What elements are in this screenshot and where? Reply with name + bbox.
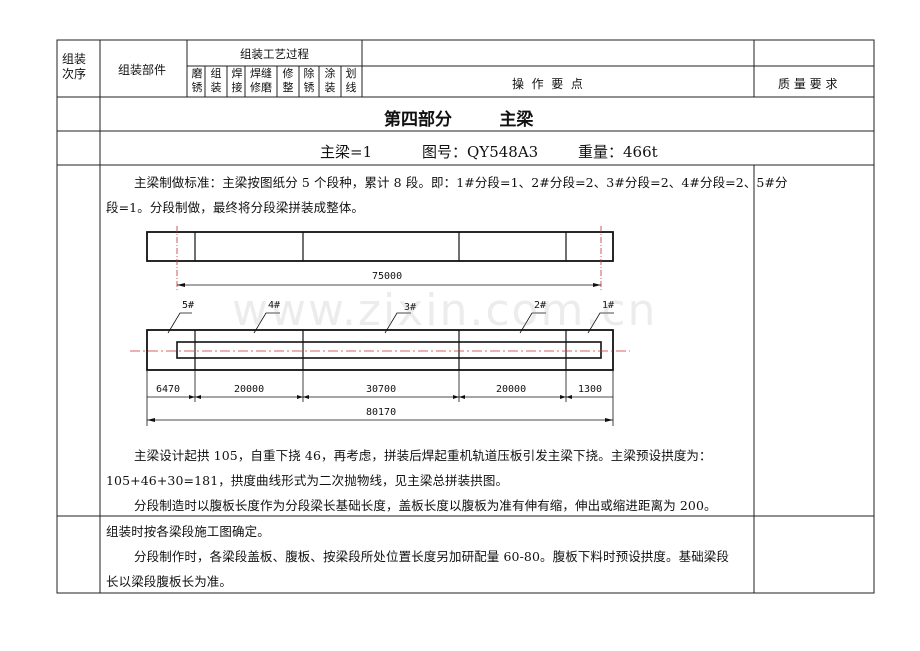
main-beam-count: 主梁=1	[320, 143, 373, 161]
dim-segment-1: 1300	[578, 384, 603, 395]
process-step-mark: 划 线	[345, 67, 357, 94]
dim-label-overall: 75000	[372, 271, 403, 282]
para-standard-line1: 主梁制做标准：主梁按图纸分 5 个段种，累计 8 段。即：1#分段=1、2#分段…	[134, 175, 788, 190]
process-step-weld: 焊 接	[231, 67, 243, 94]
para-camber-line2: 105+46+30=181，拱度曲线形式为二次抛物线，见主梁总拼装拱图。	[106, 473, 509, 488]
header-part-label: 组装部件	[118, 63, 167, 77]
segment-label-5: 5#	[182, 300, 195, 311]
process-step-rust-grind: 磨 锈	[191, 67, 203, 94]
header-order-label: 组装 次序	[62, 52, 87, 81]
para-camber-line1: 主梁设计起拱 105，自重下挠 46，再考虑，拼装后焊起重机轨道压板引发主梁下挠…	[134, 448, 712, 463]
process-step-derust: 除 锈	[303, 67, 315, 94]
beam-weight: 重量：466t	[578, 143, 658, 161]
para-fabrication-line2: 长以梁段腹板长为准。	[106, 574, 233, 589]
dim-segment-3: 30700	[366, 384, 397, 395]
header-operation-label: 操 作 要 点	[512, 77, 583, 91]
section-title: 第四部分 主梁	[384, 110, 534, 130]
watermark: www.zixin.com.cn	[232, 285, 658, 336]
dim-segment-5: 6470	[156, 384, 181, 395]
para-fabrication-line1: 分段制作时，各梁段盖板、腹板、按梁段所处位置长度另加研配量 60-80。腹板下料…	[134, 549, 730, 564]
dim-label-total: 80170	[366, 407, 397, 418]
dim-segment-4: 20000	[234, 384, 265, 395]
para-assembly: 组装时按各梁段施工图确定。	[106, 524, 270, 539]
process-step-coat: 涂 装	[324, 67, 336, 94]
dim-segment-2: 20000	[496, 384, 527, 395]
para-standard-line2: 段=1。分段制做，最终将分段梁拼装成整体。	[106, 200, 365, 215]
process-step-weld-grind: 焊缝 修磨	[250, 67, 272, 94]
process-step-assemble: 组 装	[210, 67, 222, 94]
process-step-trim: 修 整	[282, 67, 294, 94]
header-process-label: 组装工艺过程	[240, 47, 309, 61]
drawing-number: 图号：QY548A3	[422, 143, 539, 161]
para-segment-length: 分段制造时以腹板长度作为分段梁长基础长度，盖板长度以腹板为准有伸有缩，伸出或缩进…	[134, 498, 717, 513]
header-quality-label: 质 量 要 求	[778, 77, 838, 91]
